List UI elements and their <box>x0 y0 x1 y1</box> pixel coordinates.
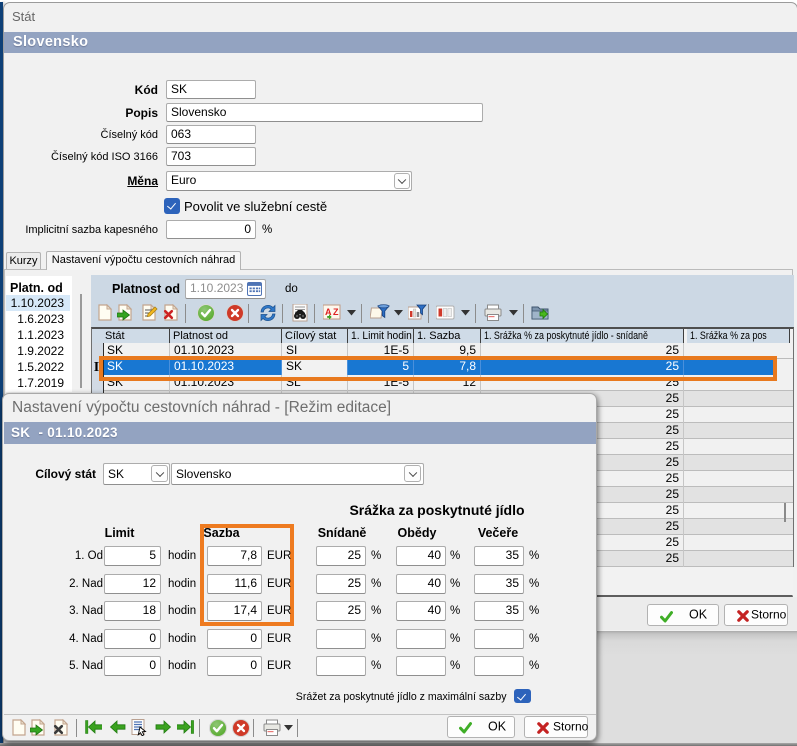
svg-text:A: A <box>325 307 332 317</box>
svg-text:Z: Z <box>333 307 339 317</box>
